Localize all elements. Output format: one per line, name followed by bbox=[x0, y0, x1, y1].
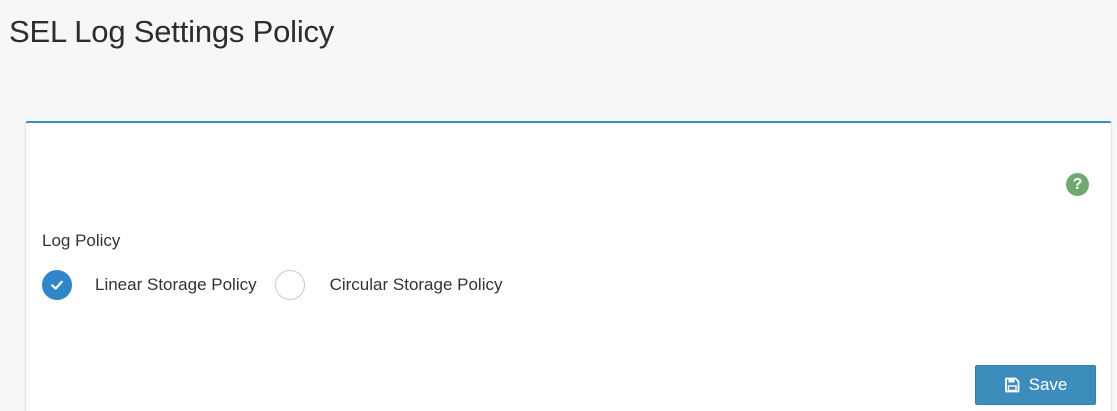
radio-label-linear-storage-policy: Linear Storage Policy bbox=[95, 275, 257, 294]
settings-panel: ? Log Policy Linear Storage Policy Circu… bbox=[25, 121, 1112, 411]
radio-option-circular-storage-policy[interactable]: Circular Storage Policy bbox=[274, 270, 503, 300]
radio-unchecked-icon[interactable] bbox=[274, 270, 305, 300]
log-policy-label: Log Policy bbox=[42, 231, 121, 250]
floppy-disk-icon bbox=[1004, 377, 1020, 393]
save-button[interactable]: Save bbox=[975, 365, 1096, 405]
help-icon[interactable]: ? bbox=[1066, 173, 1089, 196]
radio-label-circular-storage-policy: Circular Storage Policy bbox=[329, 275, 503, 294]
log-policy-radio-group: Linear Storage Policy Circular Storage P… bbox=[42, 268, 503, 302]
radio-option-linear-storage-policy[interactable]: Linear Storage Policy bbox=[42, 270, 257, 300]
page-title: SEL Log Settings Policy bbox=[9, 14, 335, 49]
radio-checked-icon[interactable] bbox=[42, 270, 72, 300]
save-button-label: Save bbox=[1028, 375, 1068, 394]
